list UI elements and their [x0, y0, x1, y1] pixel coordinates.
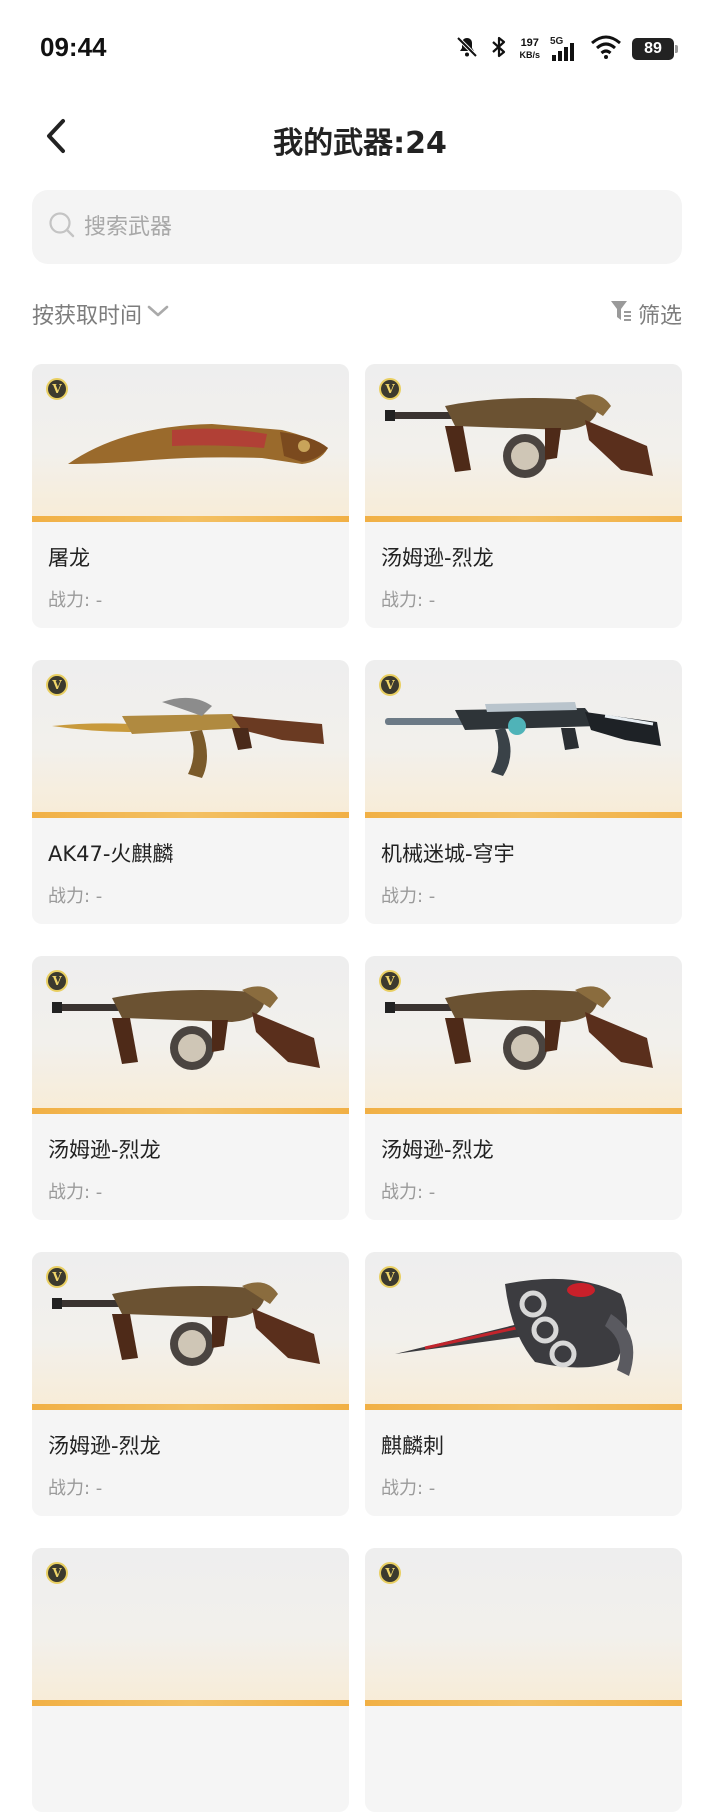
page-title: 我的武器:24 — [273, 126, 447, 161]
weapon-power: 战力: - — [48, 1478, 103, 1499]
weapon-name: 汤姆逊-烈龙 — [381, 546, 494, 570]
weapon-image-area: V — [32, 1252, 349, 1410]
weapon-image-area: V — [365, 660, 682, 818]
tommy-gun-icon — [52, 1282, 320, 1366]
cell-signal-icon: 5G — [550, 36, 580, 62]
weapon-power: 战力: - — [48, 886, 103, 907]
sort-filter-row: 按获取时间 筛选 — [32, 294, 682, 334]
weapon-card[interactable]: V 汤姆逊-烈龙 战力: - — [365, 956, 682, 1220]
weapon-image-area: V — [365, 1548, 682, 1706]
assault-rifle-icon — [52, 697, 324, 778]
weapon-card[interactable]: V AK47-火麒麟 战力: - — [32, 660, 349, 924]
weapon-name: 汤姆逊-烈龙 — [48, 1138, 161, 1162]
tommy-gun-icon — [385, 986, 653, 1070]
weapon-image-area: V — [365, 1252, 682, 1410]
weapon-grid: V 屠龙 战力: - V 汤姆逊-烈龙 战力: - V AK47-火麒麟 战力:… — [32, 364, 682, 1812]
weapon-card[interactable]: V 机械迷城-穹宇 战力: - — [365, 660, 682, 924]
search-icon — [48, 211, 76, 243]
sort-dropdown[interactable]: 按获取时间 — [32, 294, 170, 334]
bluetooth-icon — [489, 35, 509, 63]
weapon-power: 战力: - — [381, 590, 436, 611]
weapon-card[interactable]: V 麒麟刺 战力: - — [365, 1252, 682, 1516]
kukri-knife-icon — [68, 424, 328, 464]
assault-rifle-icon — [385, 702, 661, 776]
weapon-card[interactable]: V — [32, 1548, 349, 1812]
weapon-image-area: V — [32, 660, 349, 818]
header: 我的武器:24 — [0, 96, 720, 180]
weapon-name: AK47-火麒麟 — [48, 842, 174, 866]
weapon-power: 战力: - — [381, 886, 436, 907]
weapon-image-area: V — [365, 956, 682, 1114]
tommy-gun-icon — [385, 394, 653, 478]
weapon-image-area: V — [32, 364, 349, 522]
net-speed: 197 KB/s — [519, 37, 540, 61]
weapon-card[interactable]: V 汤姆逊-烈龙 战力: - — [32, 956, 349, 1220]
v-badge-icon: V — [46, 1562, 68, 1584]
weapon-card[interactable]: V 汤姆逊-烈龙 战力: - — [365, 364, 682, 628]
wifi-icon — [590, 34, 622, 64]
weapon-name: 麒麟刺 — [381, 1434, 444, 1458]
filter-label: 筛选 — [637, 304, 682, 329]
weapon-image-area: V — [32, 956, 349, 1114]
mute-bell-icon — [455, 35, 479, 63]
weapon-image-area: V — [365, 364, 682, 522]
weapon-card[interactable]: V 屠龙 战力: - — [32, 364, 349, 628]
weapon-name: 屠龙 — [48, 546, 90, 570]
battery-indicator: 89 — [632, 38, 678, 60]
v-badge-icon: V — [379, 1562, 401, 1584]
status-icons: 197 KB/s 5G 89 — [455, 34, 678, 64]
search-input[interactable] — [84, 214, 644, 240]
net-speed-value: 197 — [520, 37, 539, 49]
filter-funnel-icon — [610, 299, 632, 329]
weapon-name: 汤姆逊-烈龙 — [381, 1138, 494, 1162]
status-time: 09:44 — [40, 32, 107, 62]
status-bar: 09:44 197 KB/s 5G 89 — [0, 0, 720, 96]
weapon-image-area: V — [32, 1548, 349, 1706]
search-box[interactable] — [32, 190, 682, 264]
filter-button[interactable]: 筛选 — [610, 294, 682, 334]
weapon-name: 汤姆逊-烈龙 — [48, 1434, 161, 1458]
weapon-name: 机械迷城-穹宇 — [381, 842, 515, 866]
net-speed-unit: KB/s — [519, 50, 540, 60]
sort-label: 按获取时间 — [32, 304, 143, 329]
chevron-down-icon — [146, 301, 170, 327]
weapon-card[interactable]: V 汤姆逊-烈龙 战力: - — [32, 1252, 349, 1516]
weapon-power: 战力: - — [381, 1182, 436, 1203]
knuckle-dagger-icon — [395, 1278, 634, 1376]
weapon-power: 战力: - — [48, 590, 103, 611]
weapon-power: 战力: - — [48, 1182, 103, 1203]
tommy-gun-icon — [52, 986, 320, 1070]
weapon-power: 战力: - — [381, 1478, 436, 1499]
weapon-card[interactable]: V — [365, 1548, 682, 1812]
